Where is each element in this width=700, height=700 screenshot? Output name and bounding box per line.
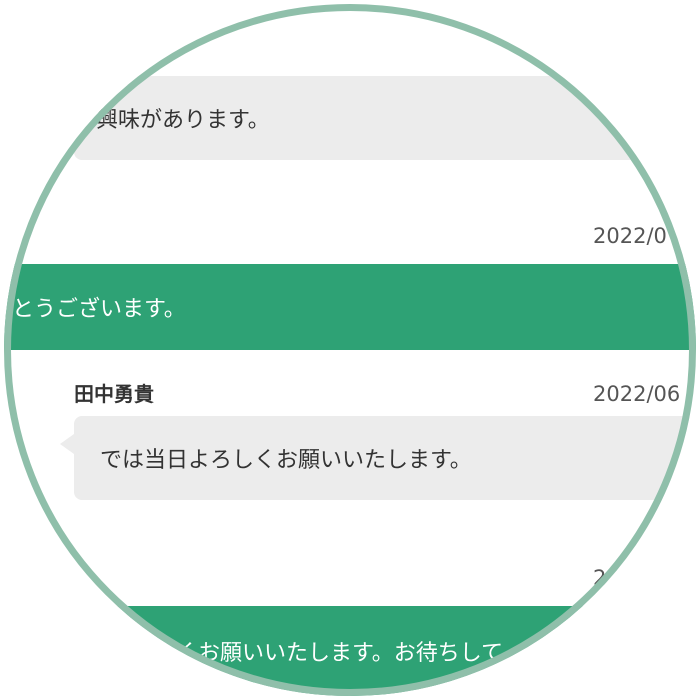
message-text: 興味があります。 bbox=[96, 108, 270, 133]
sent-message-bubble: とうございます。 bbox=[4, 264, 696, 350]
message-timestamp: 2022/0 bbox=[593, 224, 667, 248]
message-text: とうございます。 bbox=[12, 297, 186, 322]
sent-message-bubble: くお願いいたします。お待ちして bbox=[4, 606, 696, 696]
bubble-tail bbox=[60, 434, 74, 454]
chat-magnifier: 興味があります。 2022/0 とうございます。 田中勇貴 2022/06 では… bbox=[4, 4, 696, 696]
message-text: くお願いいたします。お待ちして bbox=[176, 641, 504, 666]
received-message-bubble: 興味があります。 bbox=[74, 76, 696, 160]
message-timestamp: 2022/06 bbox=[593, 382, 681, 406]
received-message-bubble: では当日よろしくお願いいたします。 bbox=[60, 416, 696, 500]
message-timestamp: 2 bbox=[593, 566, 607, 590]
message-text: では当日よろしくお願いいたします。 bbox=[100, 448, 472, 473]
sender-name: 田中勇貴 bbox=[74, 382, 154, 406]
